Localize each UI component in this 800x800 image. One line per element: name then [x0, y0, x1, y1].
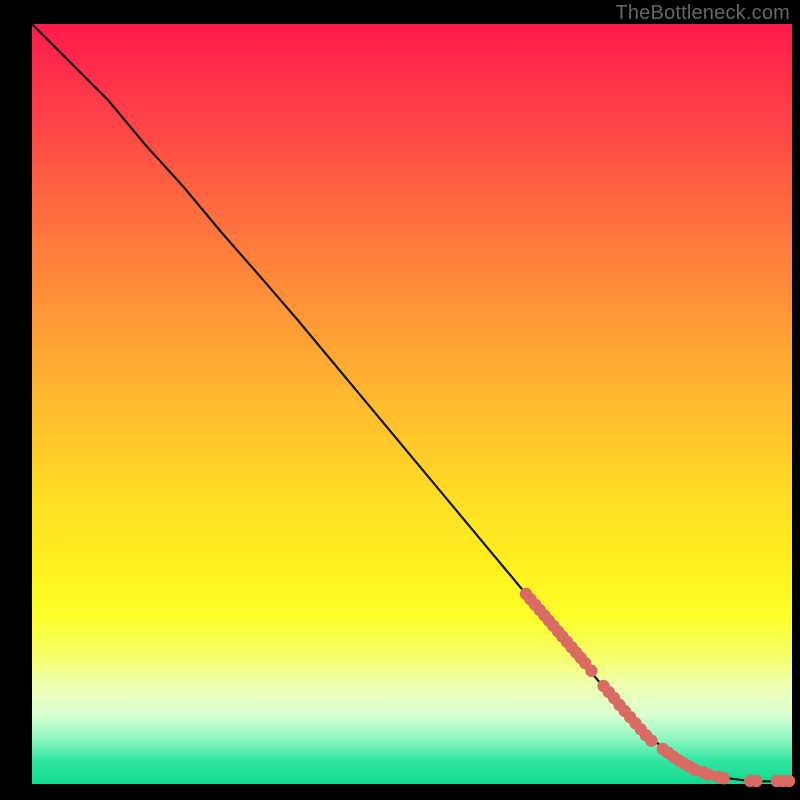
chart-stage: TheBottleneck.com: [0, 0, 800, 800]
scatter-dot: [585, 665, 597, 677]
watermark-text: TheBottleneck.com: [615, 2, 790, 25]
scatter-dot: [750, 775, 762, 787]
chart-svg: [32, 24, 792, 784]
scatter-dot: [783, 775, 795, 787]
plot-area: [32, 24, 792, 784]
scatter-dot: [645, 734, 657, 746]
scatter-dots: [520, 588, 795, 787]
line-series-curve: [32, 24, 792, 781]
scatter-dot: [717, 772, 729, 784]
